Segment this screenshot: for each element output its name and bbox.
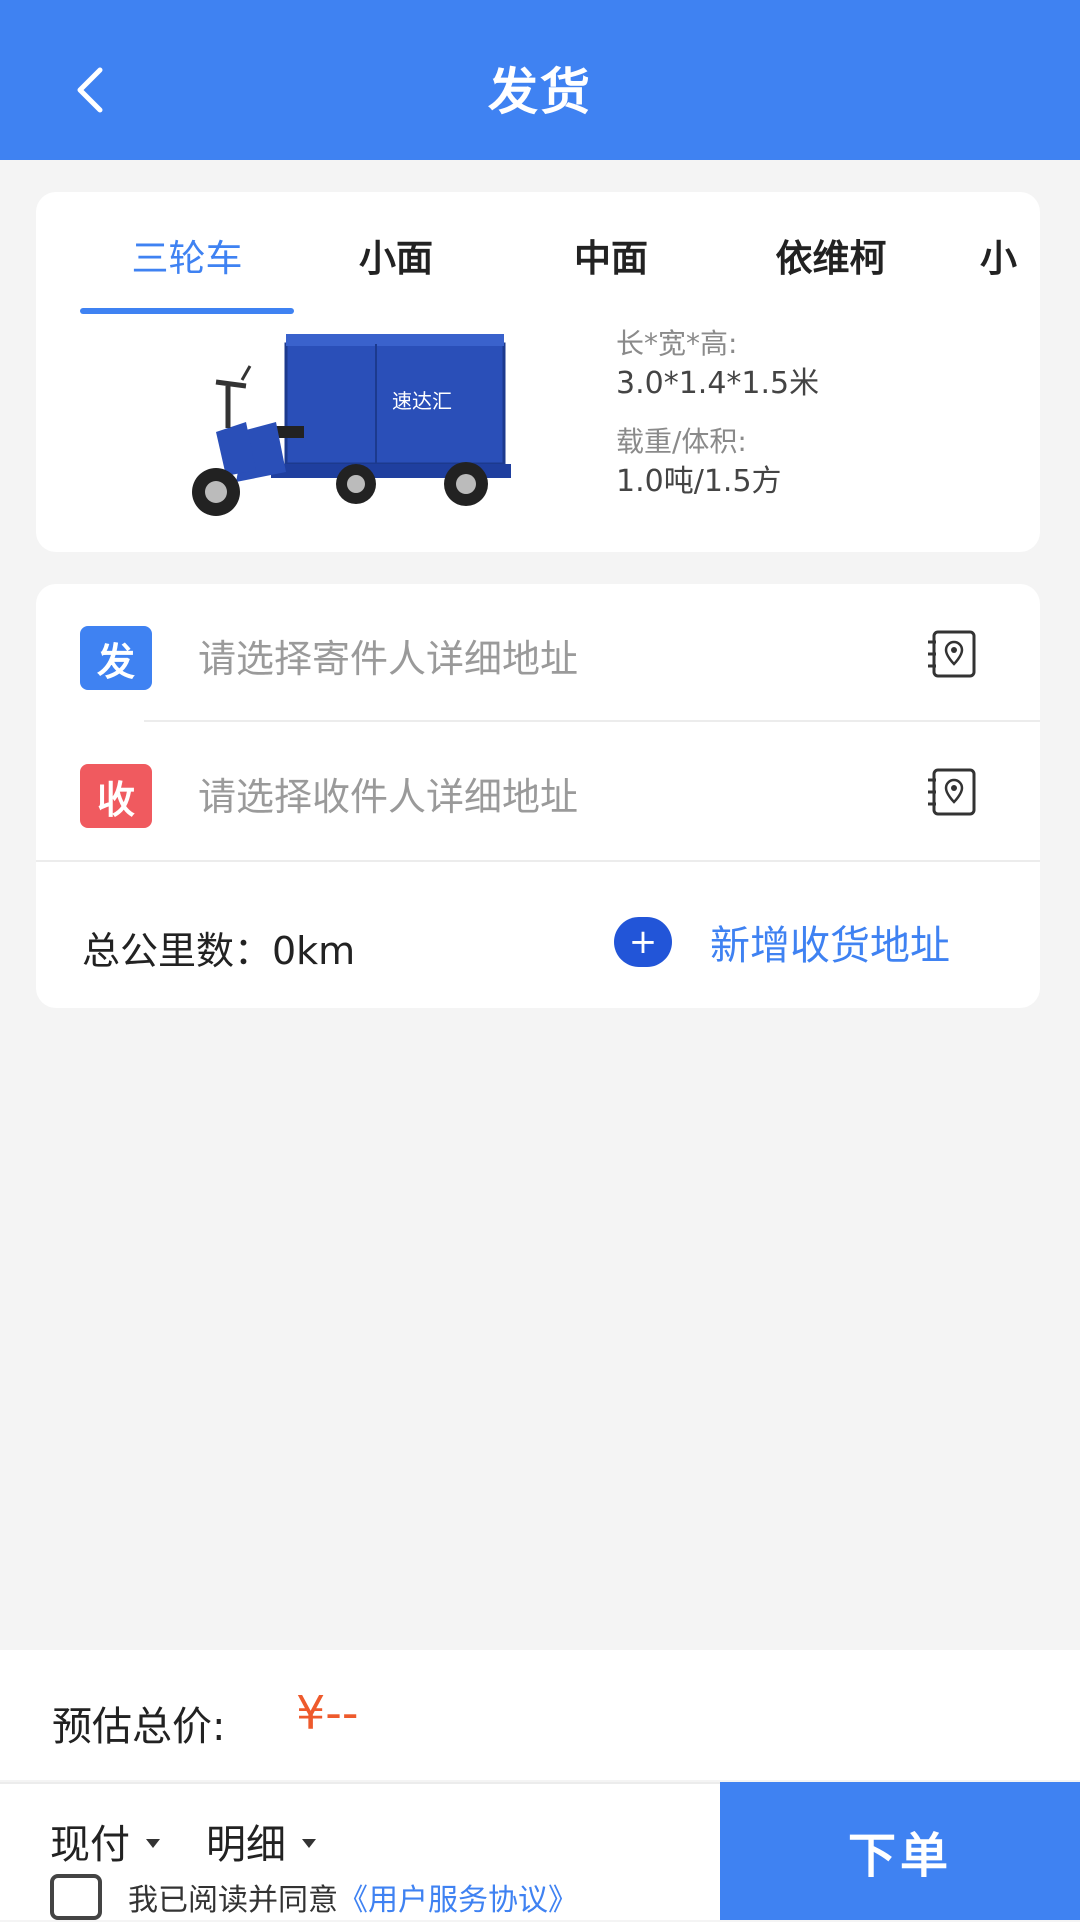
place-order-button[interactable]: 下单 [720, 1782, 1080, 1920]
load-value: 1.0吨/1.5方 [616, 464, 782, 499]
estimated-price-label: 预估总价: [52, 1704, 226, 1750]
caret-down-icon [146, 1838, 160, 1848]
tab-minivan[interactable]: 小面 [326, 228, 466, 312]
add-address-button[interactable]: + 新增收货地址 [614, 902, 950, 982]
vehicle-specs: 长*宽*高: 3.0*1.4*1.5米 载重/体积: 1.0吨/1.5方 [616, 324, 1016, 520]
price-bar: 预估总价: ¥-- [0, 1650, 1080, 1780]
tab-iveco[interactable]: 依维柯 [746, 228, 916, 312]
page-title: 发货 [488, 63, 592, 121]
receiver-badge: 收 [80, 764, 152, 828]
user-agreement-link[interactable]: 《用户服务协议》 [338, 1875, 578, 1919]
header-bar: 发货 [0, 0, 1080, 160]
address-card: 发 请选择寄件人详细地址 收 请选择收件人详细地址 总公里数：0km + 新增收… [36, 584, 1040, 1008]
address-book-icon[interactable] [924, 628, 980, 680]
vehicle-tabs: 三轮车 小面 中面 依维柯 小 [36, 192, 1040, 314]
vehicle-brand-logo: 速达汇 [392, 389, 452, 413]
payment-method-dropdown[interactable]: 现付 [50, 1812, 160, 1870]
active-tab-indicator [80, 308, 294, 314]
size-value: 3.0*1.4*1.5米 [616, 366, 820, 401]
divider [36, 860, 1040, 862]
caret-down-icon [302, 1838, 316, 1848]
plus-icon: + [614, 917, 672, 967]
sender-address-input[interactable]: 请选择寄件人详细地址 [198, 628, 578, 683]
tricycle-image: 速达汇 [192, 334, 511, 516]
receiver-address-input[interactable]: 请选择收件人详细地址 [198, 766, 578, 821]
payment-method-label: 现付 [50, 1822, 130, 1868]
address-book-icon[interactable] [924, 766, 980, 818]
total-distance: 总公里数：0km [82, 929, 356, 973]
agreement-row: 我已阅读并同意 《用户服务协议》 [50, 1872, 578, 1922]
receiver-address-row[interactable]: 收 请选择收件人详细地址 [36, 722, 1040, 860]
tab-midvan[interactable]: 中面 [541, 228, 681, 312]
tab-tricycle[interactable]: 三轮车 [80, 228, 294, 312]
price-detail-dropdown[interactable]: 明细 [206, 1812, 316, 1870]
agreement-text: 我已阅读并同意 [128, 1883, 338, 1918]
size-label: 长*宽*高: [616, 327, 738, 360]
tab-small-truck[interactable]: 小 [980, 228, 1020, 312]
sender-badge: 发 [80, 626, 152, 690]
price-detail-label: 明细 [206, 1822, 286, 1868]
vehicle-card: 三轮车 小面 中面 依维柯 小 速达汇 长*宽*高: 3.0*1.4*1.5米 … [36, 192, 1040, 552]
sender-address-row[interactable]: 发 请选择寄件人详细地址 [36, 584, 1040, 722]
add-address-label: 新增收货地址 [710, 923, 950, 969]
load-label: 载重/体积: [616, 425, 747, 458]
estimated-price-value: ¥-- [296, 1686, 359, 1740]
agreement-checkbox[interactable] [50, 1874, 102, 1920]
